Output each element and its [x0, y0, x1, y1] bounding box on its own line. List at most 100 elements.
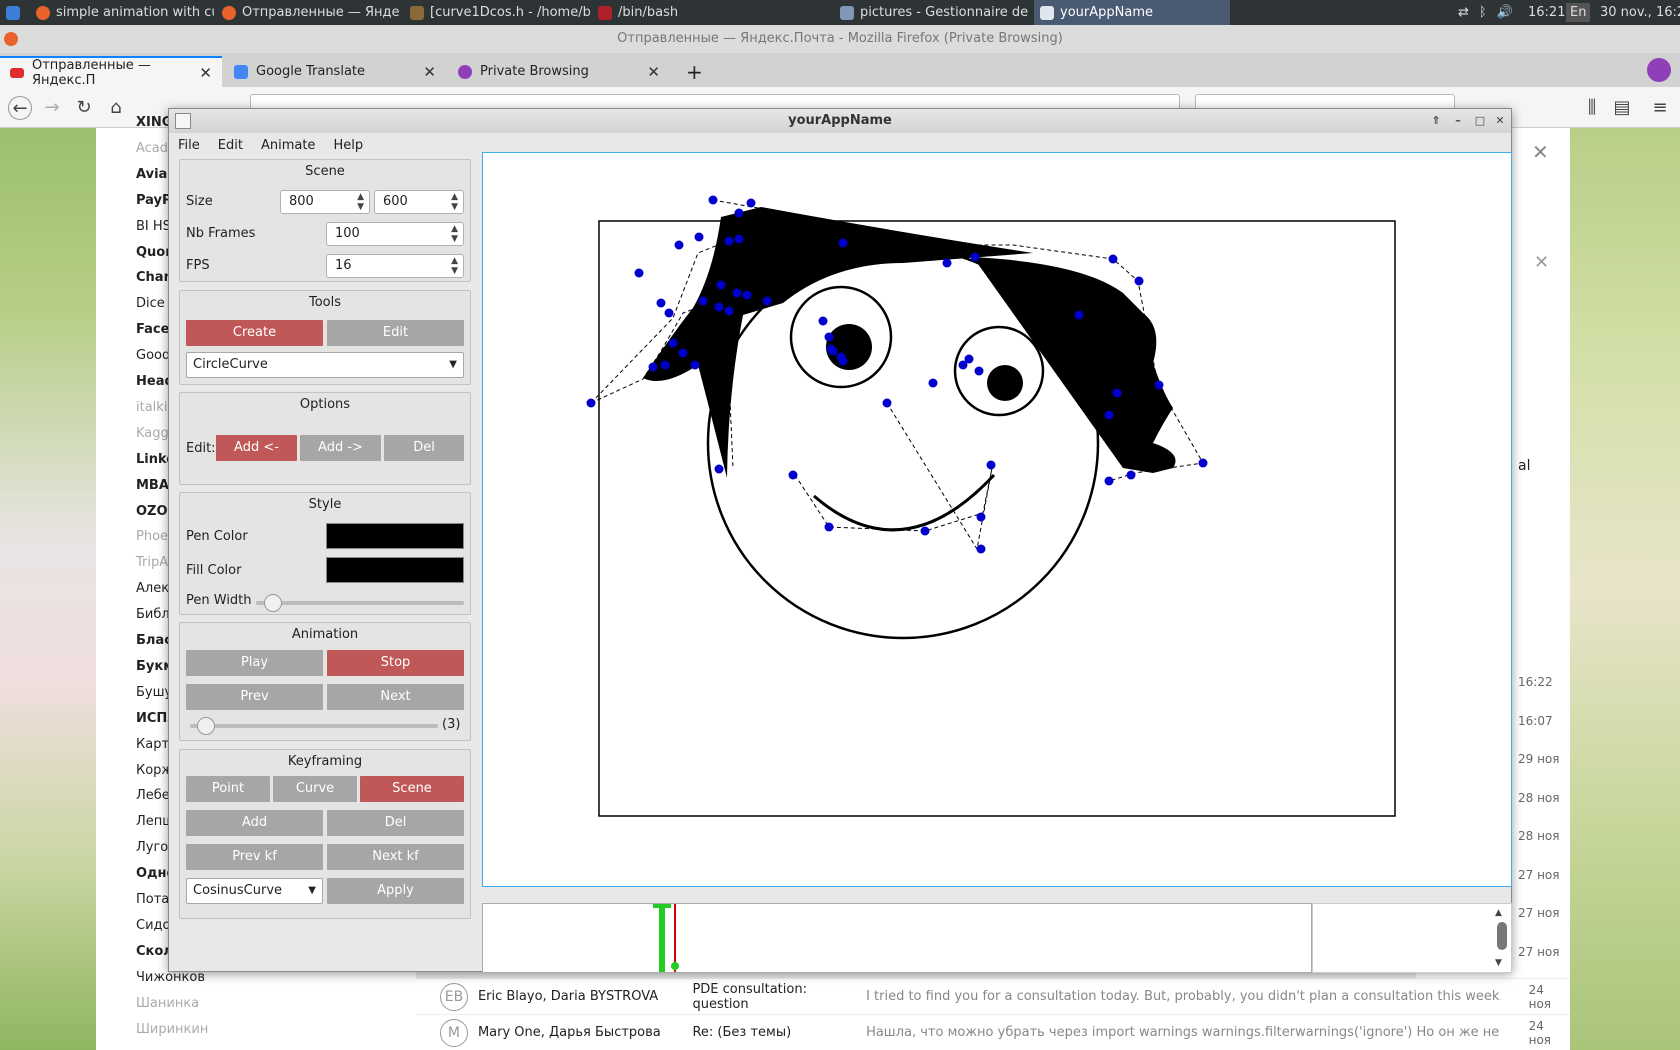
close-window-icon[interactable]: ✕ [1493, 114, 1507, 128]
control-point[interactable] [1154, 380, 1164, 390]
interpolation-select[interactable]: CosinusCurve ▼ [186, 878, 323, 904]
stop-button[interactable]: Stop [327, 650, 464, 676]
scrollbar-handle[interactable] [1497, 922, 1507, 950]
control-point[interactable] [964, 354, 974, 364]
mail-folder-item[interactable]: MBA [136, 478, 169, 493]
control-point[interactable] [634, 268, 644, 278]
play-button[interactable]: Play [186, 650, 323, 676]
control-point[interactable] [838, 356, 848, 366]
mail-folder-item[interactable]: Бушу [136, 685, 172, 700]
control-point[interactable] [742, 290, 752, 300]
control-point[interactable] [1112, 388, 1122, 398]
clock-time[interactable]: 16:21 [1522, 0, 1571, 25]
mail-folder-item[interactable]: XING [136, 115, 172, 130]
keyframe-point-button[interactable]: Point [186, 776, 270, 802]
control-point[interactable] [1198, 458, 1208, 468]
control-point[interactable] [882, 398, 892, 408]
timeline-keyframe-marker[interactable] [659, 904, 665, 972]
height-spinbox[interactable]: 600 ▲ ▼ [374, 190, 464, 214]
control-point[interactable] [826, 344, 836, 354]
control-point[interactable] [668, 338, 678, 348]
app-menu-icon[interactable] [0, 0, 28, 25]
mail-row[interactable]: M Mary One, Дарья Быстрова Re: (Без темы… [416, 1014, 1570, 1050]
control-point[interactable] [974, 366, 984, 376]
control-point[interactable] [824, 332, 834, 342]
control-point[interactable] [656, 298, 666, 308]
add-keyframe-button[interactable]: Add [186, 810, 323, 836]
fill-color-swatch[interactable] [326, 557, 464, 583]
maximize-icon[interactable]: □ [1473, 114, 1487, 128]
mail-folder-item[interactable]: BI HS [136, 219, 171, 234]
prev-keyframe-button[interactable]: Prev kf [186, 844, 323, 870]
frame-slider[interactable] [190, 717, 438, 735]
library-icon[interactable]: ⫼ [1580, 96, 1604, 120]
control-point[interactable] [970, 252, 980, 262]
control-point[interactable] [732, 288, 742, 298]
mail-folder-item[interactable]: Ширинкин [136, 1022, 208, 1037]
mail-folder-item[interactable]: italki [136, 400, 167, 415]
taskbar-item-firefox-2[interactable]: Отправленные — Яндекс.... [216, 0, 400, 25]
edit-button[interactable]: Edit [327, 320, 464, 346]
mail-folder-item[interactable]: Библ [136, 607, 170, 622]
control-point[interactable] [1074, 310, 1084, 320]
slider-handle[interactable] [263, 594, 282, 612]
menu-file[interactable]: File [169, 133, 209, 159]
control-point[interactable] [762, 296, 772, 306]
control-point[interactable] [664, 308, 674, 318]
window-menu-icon[interactable] [175, 113, 191, 129]
keep-above-icon[interactable]: ⇑ [1429, 114, 1443, 128]
control-point[interactable] [788, 470, 798, 480]
control-point[interactable] [724, 306, 734, 316]
control-point[interactable] [724, 236, 734, 246]
mail-folder-item[interactable]: Acad [136, 141, 168, 156]
taskbar-item-files[interactable]: pictures - Gestionnaire de fic... [834, 0, 1032, 25]
delete-keyframe-button[interactable]: Del [327, 810, 464, 836]
control-point[interactable] [920, 526, 930, 536]
close-tab-icon[interactable]: ✕ [423, 63, 436, 81]
control-point[interactable] [714, 464, 724, 474]
control-point[interactable] [694, 232, 704, 242]
control-point[interactable] [690, 360, 700, 370]
network-icon[interactable]: ⇄ [1458, 5, 1469, 20]
scroll-up-icon[interactable]: ▲ [1495, 908, 1502, 918]
keyboard-layout[interactable]: En [1566, 3, 1591, 22]
taskbar-item-editor[interactable]: [curve1Dcos.h - /home/b/bys... [404, 0, 590, 25]
taskbar-item-yourappname[interactable]: yourAppName [1034, 0, 1230, 25]
drawing-canvas[interactable] [482, 152, 1512, 887]
control-point[interactable] [1108, 254, 1118, 264]
control-point[interactable] [734, 208, 744, 218]
taskbar-item-terminal[interactable]: /bin/bash [592, 0, 772, 25]
control-point[interactable] [1126, 470, 1136, 480]
minimize-icon[interactable]: – [1451, 114, 1465, 128]
slider-handle[interactable] [196, 717, 215, 735]
reload-icon[interactable]: ↻ [72, 96, 96, 120]
spin-arrows-icon[interactable]: ▲ ▼ [357, 192, 364, 212]
control-point[interactable] [928, 378, 938, 388]
control-point[interactable] [714, 302, 724, 312]
scroll-down-icon[interactable]: ▼ [1495, 958, 1502, 968]
next-frame-button[interactable]: Next [327, 684, 464, 710]
create-button[interactable]: Create [186, 320, 323, 346]
control-point[interactable] [674, 240, 684, 250]
mail-folder-item[interactable]: Phoe [136, 529, 168, 544]
control-point[interactable] [708, 195, 718, 205]
control-point[interactable] [586, 398, 596, 408]
mail-folder-item[interactable]: TripA [136, 555, 168, 570]
taskbar-item-firefox-1[interactable]: simple animation with curve... [30, 0, 214, 25]
keyframe-scene-button[interactable]: Scene [360, 776, 464, 802]
back-icon[interactable]: ← [8, 96, 32, 120]
hamburger-menu-icon[interactable]: ≡ [1648, 96, 1672, 120]
control-point[interactable] [976, 544, 986, 554]
clock-date[interactable]: 30 nov., 16:21 [1594, 0, 1680, 25]
frames-spinbox[interactable]: 100 ▲ ▼ [326, 222, 464, 246]
control-point[interactable] [1104, 410, 1114, 420]
width-spinbox[interactable]: 800 ▲ ▼ [280, 190, 370, 214]
menu-edit[interactable]: Edit [209, 133, 252, 159]
mail-folder-item[interactable]: Good [136, 348, 170, 363]
control-point[interactable] [942, 258, 952, 268]
menu-animate[interactable]: Animate [252, 133, 324, 159]
add-after-button[interactable]: Add -> [300, 435, 381, 461]
control-point[interactable] [734, 234, 744, 244]
control-point[interactable] [698, 296, 708, 306]
forward-icon[interactable]: → [40, 96, 64, 120]
